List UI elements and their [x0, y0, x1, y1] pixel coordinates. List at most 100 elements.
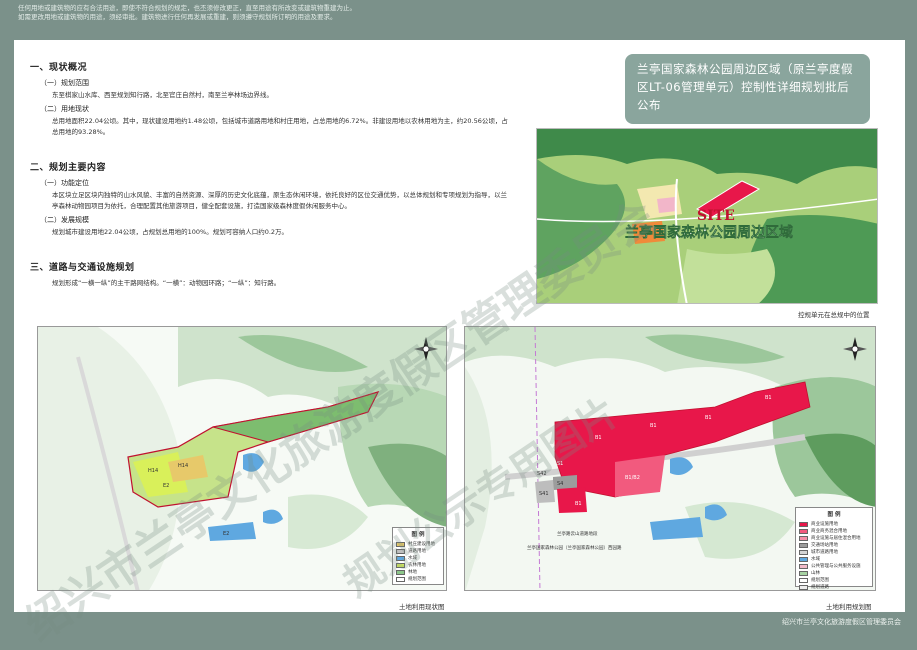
plot-label: H14 [148, 468, 158, 474]
legend-swatch [799, 563, 808, 569]
section-heading: 三、道路与交通设施规划 [30, 263, 135, 273]
plot-label: S41 [539, 491, 549, 497]
section-heading: 一、现状概况 [30, 63, 88, 73]
road-label: 兰亭国家森林公园（兰亭国家森林公园）西园路 [527, 544, 622, 551]
legend-label: 商业商务混合用地 [811, 529, 847, 534]
plan-map-legend: 图 例 商业设施用地商业商务混合用地商业设施与居住混合用地 交通场站用地 城市道路用… [795, 507, 873, 590]
subheading: （二）用地现状 [40, 105, 89, 113]
plot-label: S4 [557, 481, 563, 487]
legend-swatch [799, 528, 808, 534]
legend-label: 道路用地 [408, 549, 426, 554]
site-area-label: 兰亭国家森林公园周边区域 [625, 224, 793, 241]
section-plan-content: 二、规划主要内容 （一）功能定位 本区块立足区块内独特的山水风貌、丰富的自然资源… [30, 160, 510, 238]
legend-swatch [396, 548, 405, 554]
legend-label: 公共管理与公共服务设施 [811, 564, 861, 569]
legend-label: 农林用地 [408, 563, 426, 568]
legend-swatch [799, 570, 808, 576]
plot-label: E2 [223, 531, 229, 537]
legend-item: 规划道路 [799, 584, 869, 590]
legend-swatch [396, 541, 405, 547]
legend-item: 商业商务混合用地 [799, 528, 869, 534]
current-landuse-map: H14 H14 E2 E2 图 例 村庄建设用地 道路用地水域农林用地林地规划范围 [37, 326, 447, 591]
header-note-line: 如需更改用地或建筑物的用途，须经审批。建筑物进行任何再发展或重建，则须遵守规划所… [18, 13, 337, 21]
legend-item: 商业设施与居住混合用地 [799, 535, 869, 541]
subheading: （一）规划范围 [40, 79, 89, 87]
legend-swatch [799, 577, 808, 583]
legend-item: 商业设施用地 [799, 521, 869, 527]
legend-label: 林地 [408, 570, 417, 575]
paragraph: 本区块立足区块内独特的山水风貌、丰富的自然资源、深厚的历史文化底蕴，原生态休闲环… [52, 191, 507, 210]
legend-item: 林地 [396, 569, 440, 575]
legend-swatch [396, 569, 405, 575]
legend-label: 规划范围 [408, 577, 426, 582]
page-title: 兰亭国家森林公园周边区域（原兰亭度假区LT-06管理单元）控制性详细规划批后公布 [637, 62, 853, 112]
header-notes: 任何用地或建筑物的应有合法用途，即使不符合规划的规定，也丕须修改更正，直至用途有… [18, 4, 618, 22]
legend-item: 水域 [396, 555, 440, 561]
legend-item: 规划范围 [396, 576, 440, 582]
legend-item: 交通场站用地 [799, 542, 869, 548]
legend-item: 村庄建设用地 [396, 541, 440, 547]
legend-item: 城市道路用地 [799, 549, 869, 555]
location-map-caption: 控规单元在总规中的位置 [798, 311, 870, 319]
current-map-legend: 图 例 村庄建设用地 道路用地水域农林用地林地规划范围 [392, 527, 444, 585]
legend-label: 交通场站用地 [811, 543, 838, 548]
legend-swatch [799, 542, 808, 548]
poster-frame: 任何用地或建筑物的应有合法用途，即使不符合规划的规定，也丕须修改更正，直至用途有… [0, 0, 917, 650]
paragraph: 规划城市建设用地22.04公顷，占规划总用地的100%。规划可容纳人口约0.2万… [52, 228, 289, 236]
legend-swatch [799, 584, 808, 590]
plot-label: B1 [575, 501, 582, 507]
legend-swatch [396, 576, 405, 582]
legend-item: 公共管理与公共服务设施 [799, 563, 869, 569]
plot-label: B1 [595, 435, 602, 441]
legend-title: 图 例 [411, 532, 425, 538]
plot-label: E2 [163, 483, 169, 489]
section-current-situation: 一、现状概况 （一）规划范围 东至棋家山水库、西至规划知行路，北至官庄自然村，南… [30, 60, 510, 138]
plot-label: S1 [557, 461, 563, 467]
plot-label: B1 [705, 415, 712, 421]
legend-item: 水域 [799, 556, 869, 562]
legend-label: 规划道路 [811, 585, 829, 590]
title-board: 兰亭国家森林公园周边区域（原兰亭度假区LT-06管理单元）控制性详细规划批后公布 [625, 54, 870, 124]
header-note-line: 任何用地或建筑物的应有合法用途，即使不符合规划的规定，也丕须修改更正，直至用途有… [18, 4, 356, 12]
location-map-graphic: SITE 兰亭国家森林公园周边区域 [537, 129, 877, 303]
section-roads: 三、道路与交通设施规划 规划形成“一横一纵”的主干路网结构。“一横”：动物园环路… [30, 260, 510, 289]
legend-swatch [799, 549, 808, 555]
legend-swatch [799, 521, 808, 527]
current-landuse-graphic: H14 H14 E2 E2 [38, 327, 446, 590]
legend-label: 山林 [811, 571, 820, 576]
road-label: 兰亭路云山道路地段 [557, 530, 598, 537]
legend-swatch [396, 555, 405, 561]
plot-label: H14 [178, 463, 188, 469]
paragraph: 东至棋家山水库、西至规划知行路，北至官庄自然村，南至兰亭林场边界线。 [52, 91, 273, 99]
plot-label: B1 [765, 395, 772, 401]
legend-label: 规划范围 [811, 578, 829, 583]
plot-label: B1 [650, 423, 657, 429]
subheading: （二）发展规模 [40, 216, 89, 224]
site-label: SITE [697, 208, 735, 224]
paragraph: 总用地面积22.04公顷。其中，现状建设用地约1.48公顷，包括城市道路用地和村… [52, 117, 508, 136]
plot-label: B1/B2 [625, 475, 640, 481]
plan-map-caption: 土地利用规划图 [826, 603, 872, 611]
section-heading: 二、规划主要内容 [30, 163, 107, 173]
legend-label: 水域 [811, 557, 820, 562]
plot-label: S42 [537, 471, 547, 477]
footer-organization: 绍兴市兰亭文化旅游度假区管理委员会 [782, 618, 901, 626]
legend-label: 城市道路用地 [811, 550, 838, 555]
legend-item: 农林用地 [396, 562, 440, 568]
paragraph: 规划形成“一横一纵”的主干路网结构。“一横”：动物园环路；“一纵”：知行路。 [52, 279, 281, 287]
planned-landuse-map: B1 B1 B1 B1 B1 B1/B2 S1 S4 S42 S41 兰亭路云山… [464, 326, 876, 591]
location-map: SITE 兰亭国家森林公园周边区域 [536, 128, 878, 304]
legend-title: 图 例 [827, 512, 841, 518]
legend-label: 水域 [408, 556, 417, 561]
subheading: （一）功能定位 [40, 179, 89, 187]
legend-label: 商业设施与居住混合用地 [811, 536, 861, 541]
legend-swatch [799, 535, 808, 541]
legend-item: 道路用地 [396, 548, 440, 554]
legend-swatch [799, 556, 808, 562]
legend-label: 村庄建设用地 [408, 542, 435, 547]
legend-swatch [396, 562, 405, 568]
current-map-caption: 土地利用现状图 [399, 603, 445, 611]
legend-label: 商业设施用地 [811, 522, 838, 527]
legend-item: 山林 [799, 570, 869, 576]
legend-item: 规划范围 [799, 577, 869, 583]
